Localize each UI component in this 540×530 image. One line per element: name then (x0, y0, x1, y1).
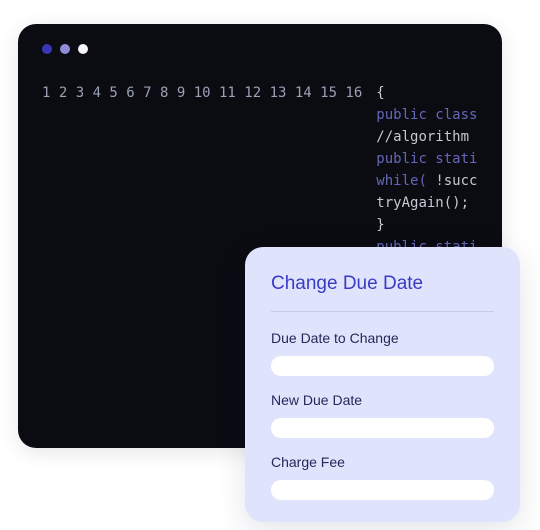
field-label: Charge Fee (271, 454, 494, 470)
field-new-due-date: New Due Date (271, 392, 494, 438)
code-line: public static void main(String[] args){ (376, 148, 478, 170)
field-due-date-to-change: Due Date to Change (271, 330, 494, 376)
code-line: { (376, 82, 478, 104)
field-label: Due Date to Change (271, 330, 494, 346)
new-due-date-input[interactable] (271, 418, 494, 438)
window-traffic-lights (42, 44, 478, 54)
dialog-divider (271, 311, 494, 312)
code-line: while( !success ){ (376, 170, 478, 192)
change-due-date-dialog: Change Due Date Due Date to Change New D… (245, 247, 520, 522)
code-line: tryAgain(); (376, 192, 478, 214)
code-line: //algorithm of success (376, 126, 478, 148)
window-dot-3 (78, 44, 88, 54)
window-dot-1 (42, 44, 52, 54)
field-label: New Due Date (271, 392, 494, 408)
field-charge-fee: Charge Fee (271, 454, 494, 500)
charge-fee-input[interactable] (271, 480, 494, 500)
dialog-title: Change Due Date (271, 273, 494, 295)
due-date-to-change-input[interactable] (271, 356, 494, 376)
code-line: } (376, 214, 478, 236)
window-dot-2 (60, 44, 70, 54)
code-line: public class algorithmOfSuccess{ (376, 104, 478, 126)
